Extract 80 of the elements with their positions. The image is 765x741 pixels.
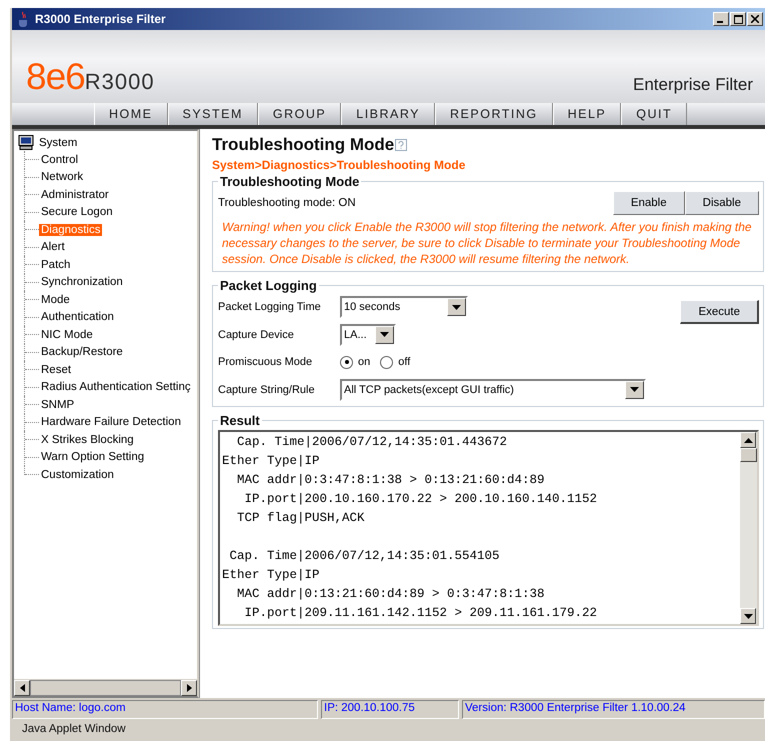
caret-icon (630, 387, 639, 392)
tree-item[interactable]: Authentication (39, 311, 116, 324)
nav-tab[interactable]: GROUP (258, 103, 342, 125)
execute-button[interactable]: Execute (680, 300, 759, 324)
nav-tab[interactable]: REPORTING (435, 103, 553, 125)
maximize-icon (734, 14, 742, 24)
radio-label: off (398, 356, 410, 368)
nav-tab[interactable]: LIBRARY (341, 103, 436, 125)
close-button[interactable] (747, 12, 763, 26)
tree-item[interactable]: Patch (39, 258, 72, 271)
tree-item[interactable]: Customization (39, 468, 116, 481)
computer-icon (18, 135, 34, 150)
breadcrumb: System>Diagnostics>Troubleshooting Mode (212, 158, 466, 172)
radio-button[interactable] (380, 356, 394, 369)
status-text: Troubleshooting mode: ON (218, 197, 356, 209)
maximize-button[interactable] (730, 12, 746, 26)
horizontal-scrollbar[interactable] (14, 679, 197, 696)
status-bar-field: Host Name: logo.com (12, 700, 318, 719)
radio-button[interactable] (340, 356, 353, 369)
tree-item[interactable]: Warn Option Setting (39, 451, 146, 464)
field-label: Packet Logging Time (218, 301, 322, 314)
result-line: MAC addr|0:13:21:60:d4:89 > 0:3:47:8:1:38 (236, 586, 546, 603)
tree-item[interactable]: Mode (39, 294, 72, 306)
product-name: Enterprise Filter (633, 75, 753, 95)
scroll-right-icon[interactable] (181, 680, 197, 696)
tree-item[interactable]: SNMP (39, 398, 76, 411)
minimize-button[interactable] (713, 12, 729, 26)
result-line: Ether Type|IP (222, 567, 321, 584)
tree-item[interactable]: Radius Authentication Settinç (39, 381, 193, 394)
result-line: IP.port|200.10.160.170.22 > 200.10.160.140.1152 (244, 491, 598, 508)
tree-item[interactable]: Network (39, 171, 86, 184)
vertical-scrollbar[interactable] (740, 432, 757, 624)
warning-text: Warning! when you click Enable the R3000 will stop filtering the network. After you finish making the necessary changes to the server, be sure to click Disable to terminate your Troubleshooting Mode session. Once Disable is clicked, the R3000 will resume filtering the network. (222, 219, 753, 267)
status-bar-field: Version: R3000 Enterprise Filter 1.10.00.24 (462, 700, 765, 719)
tree-item[interactable]: Secure Logon (39, 206, 115, 218)
tree-item[interactable]: Backup/Restore (39, 346, 125, 358)
tree-item[interactable]: Control (39, 154, 80, 166)
applet-warning-text: Java Applet Window (10, 719, 765, 741)
tree-item[interactable]: Alert (39, 241, 67, 254)
close-icon (751, 15, 759, 23)
field-label: Capture Device (218, 328, 295, 341)
caret-icon (452, 304, 461, 310)
scroll-down-icon[interactable] (740, 608, 756, 624)
scroll-thumb[interactable] (740, 448, 757, 462)
caret-icon (380, 332, 389, 338)
result-line: TCP flag|PUSH,ACK (236, 510, 366, 527)
tree-item[interactable]: Hardware Failure Detection (39, 416, 183, 428)
tree-item[interactable]: System (37, 136, 80, 148)
result-line: IP.port|209.11.161.142.1152 > 209.11.161.179.22 (244, 605, 598, 622)
field-label: Capture String/Rule (218, 384, 316, 396)
result-line: Cap. Time|2006/07/12,14:35:01.443672 (236, 434, 508, 451)
page-title: Troubleshooting Mode (212, 135, 394, 155)
status-bar-field: IP: 200.10.100.75 (321, 700, 459, 719)
scroll-up-icon[interactable] (740, 432, 756, 448)
result-line: Ether Type|IP (222, 453, 321, 470)
tree-item[interactable]: Synchronization (39, 276, 125, 288)
field-label: Promiscuous Mode (218, 356, 314, 368)
nav-tab[interactable]: QUIT (621, 103, 688, 125)
result-line: Cap. Time|2006/07/12,14:35:01.554105 (228, 548, 501, 565)
tree-item[interactable]: NIC Mode (39, 328, 95, 341)
nav-tab[interactable]: HELP (552, 103, 622, 125)
result-line: MAC addr|0:3:47:8:1:38 > 0:13:21:60:d4:89 (236, 472, 546, 489)
tree-item[interactable]: Administrator (39, 188, 111, 201)
logo: 8e6R3000 (26, 58, 155, 95)
nav-tab[interactable]: SYSTEM (168, 103, 258, 125)
dropdown[interactable]: All TCP packets(except GUI traffic) (340, 378, 646, 401)
mode-button[interactable]: Disable (684, 191, 759, 215)
tree-item[interactable]: X Strikes Blocking (39, 434, 136, 446)
scroll-left-icon[interactable] (14, 680, 30, 696)
java-cup-icon (16, 11, 30, 27)
nav-tab[interactable]: HOME (94, 103, 168, 125)
section-title: Packet Logging (219, 278, 318, 293)
dropdown[interactable]: LA... (340, 324, 396, 346)
window-title: R3000 Enterprise Filter (35, 12, 167, 26)
mode-button[interactable]: Enable (612, 191, 685, 215)
section-title: Troubleshooting Mode (219, 174, 360, 189)
section-title: Result (219, 413, 261, 428)
radio-label: on (358, 356, 370, 368)
dropdown[interactable]: 10 seconds (340, 296, 468, 318)
tree-item[interactable]: Reset (39, 364, 74, 376)
